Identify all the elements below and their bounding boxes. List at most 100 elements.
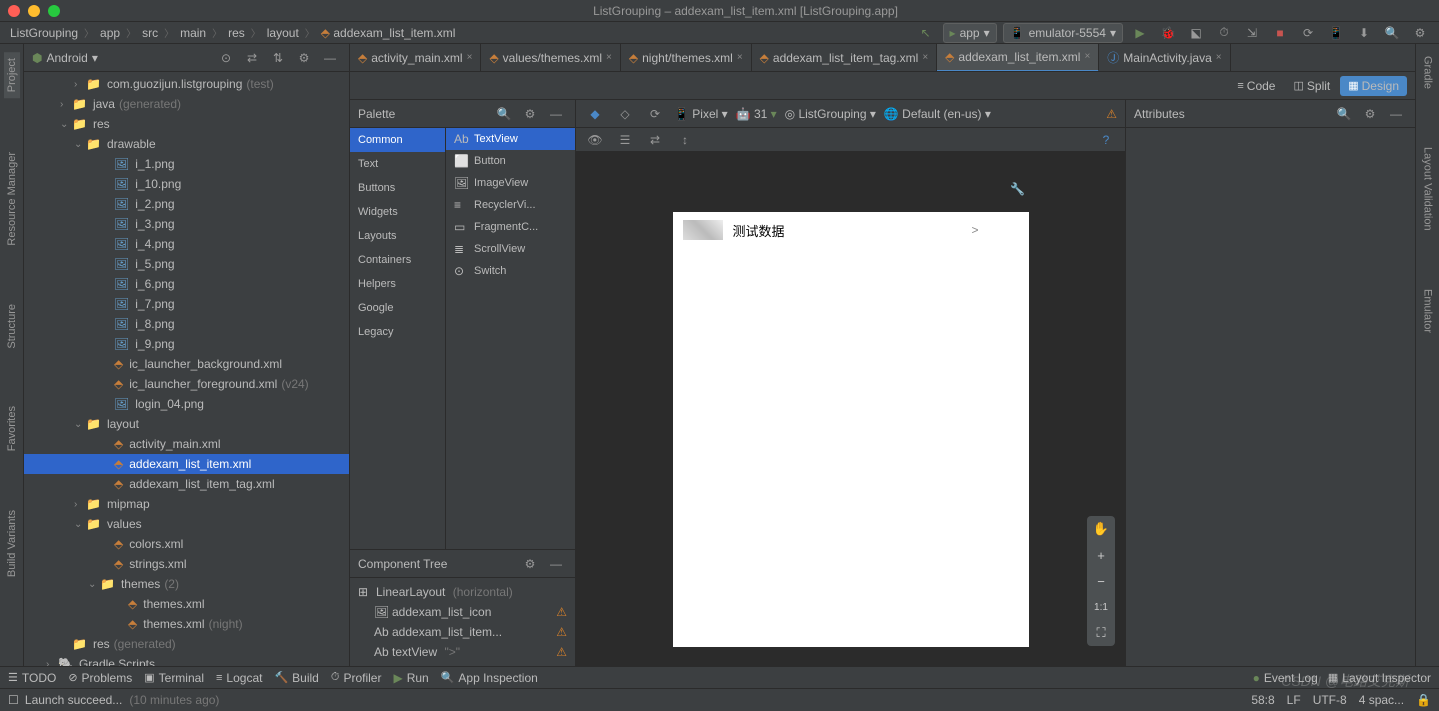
editor-tab[interactable]: ⬘addexam_list_item_tag.xml× (752, 44, 937, 72)
tree-item[interactable]: ⬘addexam_list_item.xml (24, 454, 349, 474)
maximize-window[interactable] (48, 5, 60, 17)
palette-item[interactable]: ⬜Button (446, 150, 575, 172)
avd-icon[interactable]: 📱 (1325, 22, 1347, 44)
tree-item[interactable]: ›📁com.guozijun.listgrouping(test) (24, 74, 349, 94)
hide-icon[interactable]: — (1385, 103, 1407, 125)
palette-category[interactable]: Layouts (350, 224, 445, 248)
run-icon[interactable]: ▶ (1129, 22, 1151, 44)
palette-item[interactable]: ▭FragmentC... (446, 216, 575, 238)
collapse-icon[interactable]: ⇅ (267, 47, 289, 69)
tree-item[interactable]: ⌄📁values (24, 514, 349, 534)
editor-tab[interactable]: ⬘values/themes.xml× (481, 44, 620, 72)
tree-item[interactable]: ⬘ic_launcher_foreground.xml(v24) (24, 374, 349, 394)
palette-category[interactable]: Buttons (350, 176, 445, 200)
gear-icon[interactable]: ⚙ (519, 553, 541, 575)
tree-item[interactable]: 🖼i_9.png (24, 334, 349, 354)
editor-tab[interactable]: ⬘night/themes.xml× (621, 44, 752, 72)
tree-item[interactable]: 🖼i_1.png (24, 154, 349, 174)
lock-icon[interactable]: 🔒 (1416, 693, 1431, 707)
tree-item[interactable]: ⬘colors.xml (24, 534, 349, 554)
crumb-res[interactable]: res (226, 26, 247, 40)
palette-item[interactable]: AbTextView (446, 128, 575, 150)
palette-item[interactable]: ⊙Switch (446, 260, 575, 282)
tree-item[interactable]: 🖼i_3.png (24, 214, 349, 234)
layout-inspector-tab[interactable]: ▦ Layout Inspector (1328, 671, 1431, 685)
terminal-tab[interactable]: ▣ Terminal (144, 671, 204, 685)
search-icon[interactable]: 🔍 (1333, 103, 1355, 125)
build-tab[interactable]: 🔨 Build (274, 671, 318, 685)
indent-setting[interactable]: 4 spac... (1359, 693, 1404, 707)
sync-icon[interactable]: ⟳ (1297, 22, 1319, 44)
palette-category[interactable]: Common (350, 128, 445, 152)
orientation-icon[interactable]: ⟳ (644, 103, 666, 125)
tree-item[interactable]: ⌄📁res (24, 114, 349, 134)
logcat-tab[interactable]: ≡ Logcat (216, 671, 262, 685)
blueprint-icon[interactable]: ◇ (614, 103, 636, 125)
line-separator[interactable]: LF (1287, 693, 1301, 707)
tool-favorites[interactable]: Favorites (6, 402, 18, 455)
tree-item[interactable]: ⬘themes.xml(night) (24, 614, 349, 634)
palette-item[interactable]: ≣ScrollView (446, 238, 575, 260)
close-window[interactable] (8, 5, 20, 17)
design-view-button[interactable]: ▦ Design (1340, 76, 1407, 96)
wrench-icon[interactable]: 🔧 (1010, 182, 1025, 196)
palette-category[interactable]: Legacy (350, 320, 445, 344)
tree-item[interactable]: 🖼i_6.png (24, 274, 349, 294)
zoom-ratio-button[interactable]: 1:1 (1087, 594, 1115, 620)
tree-item[interactable]: 🖼i_7.png (24, 294, 349, 314)
tree-item[interactable]: 🖼i_8.png (24, 314, 349, 334)
minimize-window[interactable] (28, 5, 40, 17)
tree-item[interactable]: ⌄📁drawable (24, 134, 349, 154)
gear-icon[interactable]: ⚙ (293, 47, 315, 69)
tree-item[interactable]: 🖼i_4.png (24, 234, 349, 254)
expand-icon[interactable]: ⇄ (241, 47, 263, 69)
caret-position[interactable]: 58:8 (1251, 693, 1274, 707)
close-icon[interactable]: × (606, 52, 612, 63)
hide-icon[interactable]: — (545, 103, 567, 125)
status-icon[interactable]: ☐ (8, 693, 19, 707)
run-config-selector[interactable]: ▸app▾ (943, 23, 997, 43)
tree-item[interactable]: 🖼i_10.png (24, 174, 349, 194)
editor-tab[interactable]: ⬘activity_main.xml× (350, 44, 481, 72)
device-selector[interactable]: 📱emulator-5554▾ (1003, 23, 1123, 43)
tree-item[interactable]: ⬘strings.xml (24, 554, 349, 574)
tree-item[interactable]: ⬘addexam_list_item_tag.xml (24, 474, 349, 494)
close-icon[interactable]: × (1084, 51, 1090, 62)
crumb-app[interactable]: app (98, 26, 122, 40)
tool-project[interactable]: Project (4, 52, 20, 98)
tree-item[interactable]: ›🐘Gradle Scripts (24, 654, 349, 666)
tree-item[interactable]: ⌄📁themes(2) (24, 574, 349, 594)
connect-icon[interactable]: ⇄ (644, 129, 666, 151)
align-icon[interactable]: ↕ (674, 129, 696, 151)
back-icon[interactable]: ↖ (915, 22, 937, 44)
tree-item[interactable]: ⬘activity_main.xml (24, 434, 349, 454)
tree-item[interactable]: ⌄📁layout (24, 414, 349, 434)
component-tree-item[interactable]: 🖼addexam_list_icon⚠ (350, 602, 575, 622)
tree-item[interactable]: 🖼login_04.png (24, 394, 349, 414)
palette-category[interactable]: Containers (350, 248, 445, 272)
zoom-fit-button[interactable]: ⛶ (1087, 620, 1115, 646)
sdk-icon[interactable]: ⬇ (1353, 22, 1375, 44)
tool-gradle[interactable]: Gradle (1422, 52, 1434, 93)
locate-icon[interactable]: ⊙ (215, 47, 237, 69)
surface-icon[interactable]: ◆ (584, 103, 606, 125)
profiler-tab[interactable]: ⏱ Profiler (331, 671, 382, 685)
search-icon[interactable]: 🔍 (1381, 22, 1403, 44)
profile-icon[interactable]: ⏱ (1213, 22, 1235, 44)
component-tree-item[interactable]: ⊞LinearLayout (horizontal) (350, 582, 575, 602)
tool-resource-manager[interactable]: Resource Manager (6, 148, 18, 250)
project-tree[interactable]: ›📁com.guozijun.listgrouping(test)›📁java(… (24, 72, 349, 666)
attach-icon[interactable]: ⇲ (1241, 22, 1263, 44)
component-tree-item[interactable]: Abaddexam_list_item...⚠ (350, 622, 575, 642)
editor-tab[interactable]: ⒿMainActivity.java× (1099, 44, 1230, 72)
tree-item[interactable]: ⬘themes.xml (24, 594, 349, 614)
search-icon[interactable]: 🔍 (493, 103, 515, 125)
close-icon[interactable]: × (737, 52, 743, 63)
palette-category[interactable]: Widgets (350, 200, 445, 224)
api-picker[interactable]: 🤖 31 ▾ (736, 107, 777, 121)
close-icon[interactable]: × (1216, 52, 1222, 63)
list-icon[interactable]: ☰ (614, 129, 636, 151)
tree-item[interactable]: ›📁java(generated) (24, 94, 349, 114)
gear-icon[interactable]: ⚙ (1359, 103, 1381, 125)
tree-item[interactable]: 🖼i_2.png (24, 194, 349, 214)
